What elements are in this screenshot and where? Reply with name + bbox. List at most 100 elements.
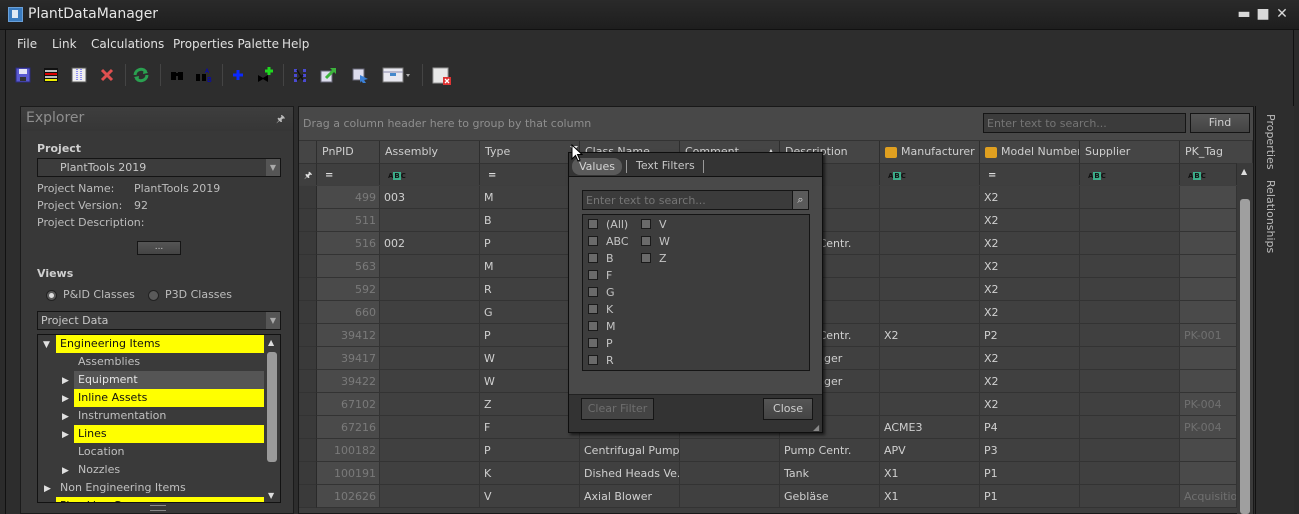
cell-model-number[interactable]: X2 — [980, 209, 1080, 232]
close-window-button[interactable]: ✕ — [1274, 6, 1290, 22]
filter-value-item[interactable]: V — [641, 217, 691, 232]
cell-comment[interactable] — [680, 485, 780, 508]
filter-search-input[interactable] — [582, 190, 792, 210]
save-icon[interactable] — [14, 66, 32, 84]
expand-arrow-icon[interactable]: ▶ — [62, 426, 69, 444]
checkbox[interactable] — [588, 236, 598, 246]
tab-relationships[interactable]: Relationships — [1264, 180, 1277, 253]
column-header-model-number[interactable]: Model Number — [980, 141, 1080, 163]
filter-value-item[interactable]: (All) — [588, 217, 638, 232]
tab-text-filters[interactable]: Text Filters — [636, 159, 695, 172]
cell-manufacturer[interactable] — [880, 301, 980, 324]
cell-type[interactable]: P — [480, 439, 580, 462]
checkbox[interactable] — [588, 338, 598, 348]
filter-cell-type[interactable]: = — [480, 163, 580, 185]
resize-grip-icon[interactable]: ◢ — [813, 423, 821, 432]
cell-pk-tag[interactable] — [1180, 186, 1237, 209]
cell-assembly[interactable] — [380, 301, 480, 324]
checkbox[interactable] — [588, 253, 598, 263]
cell-assembly[interactable] — [380, 485, 480, 508]
cell-type[interactable]: R — [480, 278, 580, 301]
cell-type[interactable]: M — [480, 255, 580, 278]
grid-scroll-thumb[interactable] — [1240, 199, 1250, 514]
cell-assembly[interactable] — [380, 255, 480, 278]
cell-type[interactable]: Z — [480, 393, 580, 416]
filter-cell-assembly[interactable]: ABC — [380, 163, 480, 185]
filter-value-item[interactable]: ABC — [588, 234, 638, 249]
cell-assembly[interactable]: 003 — [380, 186, 480, 209]
checkbox[interactable] — [588, 287, 598, 297]
column-header-manufacturer[interactable]: Manufacturer — [880, 141, 980, 163]
cell-description[interactable]: Gebläse — [780, 485, 880, 508]
splitter-grip[interactable] — [150, 505, 166, 511]
find-button[interactable]: Find — [1190, 113, 1250, 133]
cell-supplier[interactable] — [1080, 324, 1180, 347]
filter-value-item[interactable]: K — [588, 302, 638, 317]
tree-item-non-engineering-items[interactable]: Non Engineering Items — [56, 479, 264, 497]
tree-item-pipe-line-groups[interactable]: Pipe Line Groups — [56, 497, 264, 502]
cell-pnpid[interactable]: 100182 — [317, 439, 380, 462]
cell-pk-tag[interactable] — [1180, 278, 1237, 301]
export-icon[interactable] — [319, 66, 337, 84]
import-icon[interactable] — [351, 66, 369, 84]
filter-value-item[interactable]: B — [588, 251, 638, 266]
find-icon[interactable] — [168, 66, 186, 84]
minimize-button[interactable]: ▬ — [1236, 6, 1252, 22]
cell-assembly[interactable] — [380, 324, 480, 347]
cell-supplier[interactable] — [1080, 209, 1180, 232]
cell-manufacturer[interactable] — [880, 393, 980, 416]
cell-pk-tag[interactable] — [1180, 209, 1237, 232]
cell-model-number[interactable]: X2 — [980, 232, 1080, 255]
checkbox[interactable] — [588, 355, 598, 365]
filter-cell-pnpid[interactable]: = — [317, 163, 380, 185]
checkbox[interactable] — [641, 236, 651, 246]
cell-assembly[interactable] — [380, 439, 480, 462]
data-view-select[interactable]: Project Data ▼ — [37, 311, 281, 330]
column-header-supplier[interactable]: Supplier — [1080, 141, 1180, 163]
filter-value-item[interactable]: F — [588, 268, 638, 283]
table-layout-icon[interactable] — [382, 66, 412, 84]
tree-item-engineering-items[interactable]: Engineering Items — [56, 335, 264, 353]
cell-manufacturer[interactable] — [880, 232, 980, 255]
tree-item-inline-assets[interactable]: Inline Assets — [74, 389, 264, 407]
cell-pk-tag[interactable] — [1180, 255, 1237, 278]
search-icon[interactable]: ⌕ — [792, 190, 809, 210]
cell-pk-tag[interactable]: PK-004 — [1180, 416, 1237, 439]
cell-manufacturer[interactable] — [880, 278, 980, 301]
expand-arrow-icon[interactable]: ▶ — [44, 480, 51, 498]
pid-classes-label[interactable]: P&ID Classes — [63, 288, 135, 301]
column-header-type[interactable]: Type — [480, 141, 580, 163]
cell-pnpid[interactable]: 563 — [317, 255, 380, 278]
cell-pnpid[interactable]: 511 — [317, 209, 380, 232]
cell-pk-tag[interactable] — [1180, 462, 1237, 485]
table-row[interactable]: 100182 P Centrifugal Pump Pump Centr. APV P3 — [299, 439, 1237, 462]
cell-pnpid[interactable]: 499 — [317, 186, 380, 209]
cell-manufacturer[interactable]: X1 — [880, 462, 980, 485]
columns-icon[interactable] — [70, 66, 88, 84]
cell-pnpid[interactable]: 39412 — [317, 324, 380, 347]
cell-supplier[interactable] — [1080, 255, 1180, 278]
rows-icon[interactable] — [42, 66, 60, 84]
close-button[interactable]: Close — [763, 398, 813, 420]
cell-pk-tag[interactable]: PK-004 — [1180, 393, 1237, 416]
cell-type[interactable]: W — [480, 347, 580, 370]
cell-pk-tag[interactable] — [1180, 232, 1237, 255]
checkbox[interactable] — [588, 304, 598, 314]
maximize-button[interactable]: ■ — [1255, 6, 1271, 22]
cell-manufacturer[interactable] — [880, 347, 980, 370]
tree-item-nozzles[interactable]: Nozzles — [74, 461, 264, 479]
cell-pnpid[interactable]: 67216 — [317, 416, 380, 439]
cell-manufacturer[interactable] — [880, 255, 980, 278]
cell-model-number[interactable]: X2 — [980, 301, 1080, 324]
cell-model-number[interactable]: X2 — [980, 393, 1080, 416]
tree-item-equipment[interactable]: Equipment — [74, 371, 264, 389]
scroll-up-icon[interactable]: ▲ — [1241, 167, 1247, 176]
cell-manufacturer[interactable] — [880, 209, 980, 232]
cell-manufacturer[interactable]: APV — [880, 439, 980, 462]
cell-pnpid[interactable]: 516 — [317, 232, 380, 255]
cell-description[interactable]: Pump Centr. — [780, 439, 880, 462]
cell-supplier[interactable] — [1080, 232, 1180, 255]
cell-supplier[interactable] — [1080, 416, 1180, 439]
cell-assembly[interactable] — [380, 278, 480, 301]
menu-calculations[interactable]: Calculations — [91, 37, 164, 51]
